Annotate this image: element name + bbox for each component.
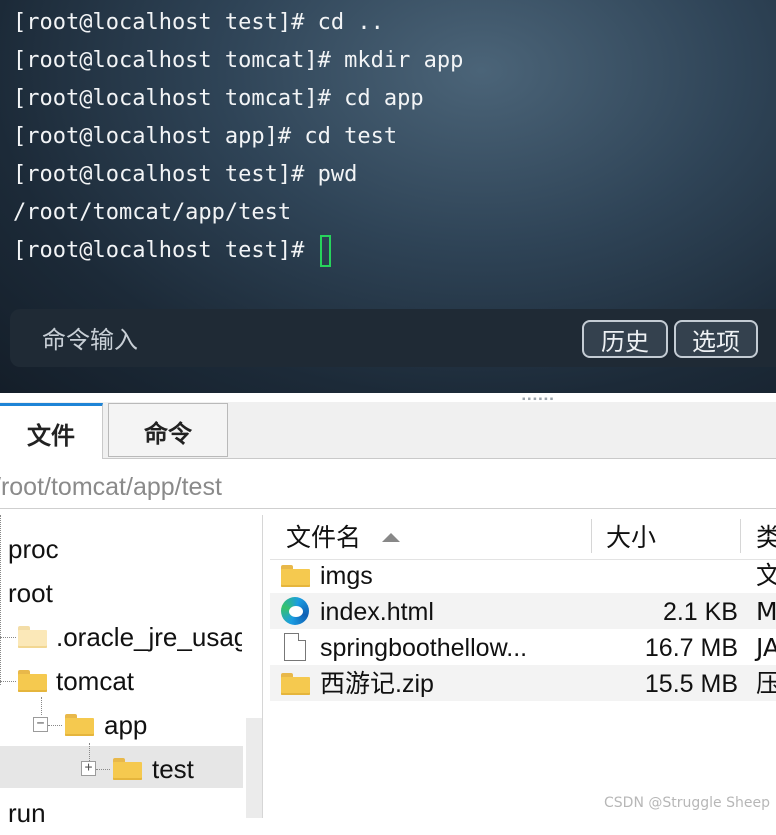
column-divider[interactable]: [591, 519, 592, 553]
tree-item-run[interactable]: run: [8, 791, 46, 835]
file-icon: [284, 633, 306, 661]
file-type: JA: [756, 633, 776, 662]
options-button[interactable]: 选项: [674, 320, 758, 358]
file-row[interactable]: 西游记.zip 15.5 MB 压: [270, 665, 776, 701]
tree-item-test[interactable]: test: [152, 747, 194, 791]
terminal-line: [root@localhost tomcat]# mkdir app: [13, 48, 464, 73]
file-type: 压: [756, 669, 776, 698]
tree-connector: [0, 515, 1, 685]
tree-connector: [96, 769, 110, 770]
watermark: CSDN @Struggle Sheep: [604, 795, 770, 811]
path-bar[interactable]: /root/tomcat/app/test: [0, 459, 776, 509]
file-type: 文: [756, 561, 776, 590]
zip-folder-icon: [281, 673, 310, 699]
folder-icon: [113, 758, 142, 780]
tab-files[interactable]: 文件: [0, 403, 103, 459]
column-header-name[interactable]: 文件名: [286, 515, 361, 561]
tree-item-tomcat[interactable]: tomcat: [56, 659, 134, 703]
terminal-line: [root@localhost tomcat]# cd app: [13, 86, 424, 111]
tree-connector: [48, 725, 62, 726]
column-header-type[interactable]: 类: [756, 515, 776, 561]
terminal-cursor: [319, 235, 331, 267]
tree-connector: [0, 681, 16, 682]
sort-ascending-icon: [382, 533, 400, 542]
terminal-prompt: [root@localhost test]#: [13, 238, 318, 263]
file-size: 2.1 KB: [662, 598, 738, 626]
tree-connector: [0, 637, 16, 638]
tree-item-app[interactable]: app: [104, 703, 147, 747]
file-row[interactable]: imgs 文: [270, 557, 776, 593]
expand-icon[interactable]: +: [81, 761, 96, 776]
file-name: index.html: [320, 598, 434, 626]
file-name: springboothellow...: [320, 634, 528, 662]
file-list-header: 文件名 大小 类: [270, 515, 776, 560]
file-name: 西游记.zip: [320, 670, 434, 698]
tab-bar: 文件 命令: [0, 402, 776, 459]
terminal-line: /root/tomcat/app/test: [13, 200, 292, 225]
command-input-bar: 命令输入 历史 选项: [10, 309, 776, 367]
terminal-prompt-line: [root@localhost test]#: [13, 232, 463, 270]
file-size: 15.5 MB: [644, 670, 738, 698]
current-path[interactable]: /root/tomcat/app/test: [0, 459, 222, 515]
terminal-line: [root@localhost test]# pwd: [13, 162, 358, 187]
terminal-output: [root@localhost test]# cd .. [root@local…: [13, 4, 463, 270]
terminal-line: [root@localhost app]# cd test: [13, 124, 398, 149]
folder-icon: [65, 714, 94, 736]
tree-item-oracle-jre-usage[interactable]: .oracle_jre_usag: [56, 615, 242, 659]
history-button[interactable]: 历史: [582, 320, 668, 358]
file-row[interactable]: index.html 2.1 KB M: [270, 593, 776, 629]
file-row[interactable]: springboothellow... 16.7 MB JA: [270, 629, 776, 665]
file-type: M: [756, 597, 776, 626]
column-divider[interactable]: [740, 519, 741, 553]
folder-icon: [18, 670, 47, 692]
tree-scrollbar[interactable]: [246, 718, 262, 818]
collapse-icon[interactable]: −: [33, 717, 48, 732]
file-size: 16.7 MB: [644, 634, 738, 662]
terminal-line: [root@localhost test]# cd ..: [13, 10, 384, 35]
tree-item-proc[interactable]: proc: [8, 527, 59, 571]
edge-browser-icon: [281, 597, 309, 625]
terminal-panel[interactable]: [root@localhost test]# cd .. [root@local…: [0, 0, 776, 393]
tree-connector: [89, 743, 90, 761]
file-name: imgs: [320, 562, 373, 590]
folder-icon: [18, 626, 47, 648]
file-list: 文件名 大小 类 imgs 文 index.html 2.1 KB M spri…: [270, 515, 776, 818]
tree-connector: [41, 697, 42, 715]
tab-command[interactable]: 命令: [108, 403, 228, 457]
folder-icon: [281, 565, 310, 591]
column-header-size[interactable]: 大小: [606, 515, 656, 561]
tree-item-root[interactable]: root: [8, 571, 53, 615]
command-input[interactable]: 命令输入: [42, 309, 138, 371]
